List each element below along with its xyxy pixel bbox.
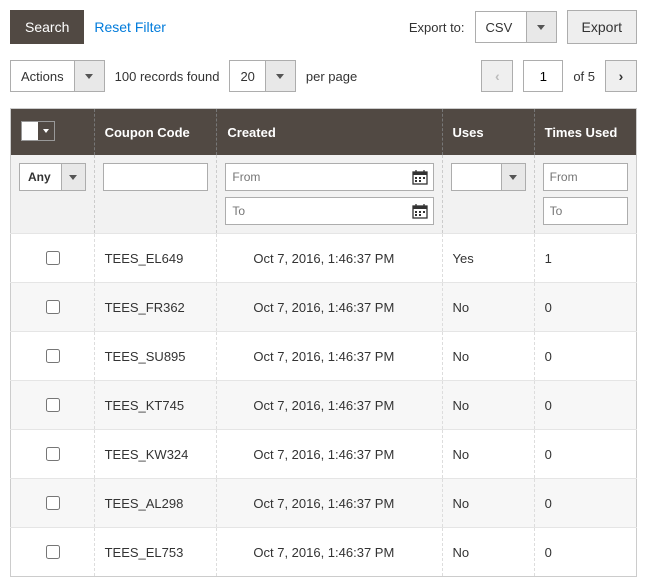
actions-select[interactable]: Actions: [10, 60, 105, 92]
cell-times-used: 0: [534, 332, 636, 381]
calendar-icon[interactable]: [407, 169, 433, 185]
filter-any-select[interactable]: Any: [19, 163, 86, 191]
cell-coupon-code: TEES_KW324: [94, 430, 217, 479]
table-row: TEES_FR362Oct 7, 2016, 1:46:37 PMNo0: [11, 283, 637, 332]
cell-uses: Yes: [442, 234, 534, 283]
filter-uses-cell: [442, 155, 534, 234]
row-checkbox[interactable]: [46, 398, 60, 412]
chevron-down-icon: [61, 164, 85, 190]
cell-coupon-code: TEES_EL649: [94, 234, 217, 283]
per-page-label: per page: [306, 69, 357, 84]
filter-times-cell: [534, 155, 636, 234]
export-format-value: CSV: [476, 12, 526, 42]
per-page-select[interactable]: 20: [229, 60, 295, 92]
row-checkbox[interactable]: [46, 496, 60, 510]
cell-created: Oct 7, 2016, 1:46:37 PM: [217, 528, 442, 577]
filter-created-from-input[interactable]: [226, 164, 406, 190]
export-button[interactable]: Export: [567, 10, 637, 44]
table-row: TEES_KW324Oct 7, 2016, 1:46:37 PMNo0: [11, 430, 637, 479]
row-checkbox[interactable]: [46, 251, 60, 265]
chevron-down-icon: [526, 12, 556, 42]
per-page-value: 20: [230, 61, 264, 91]
chevron-down-icon: [38, 122, 54, 140]
page-of-label: of 5: [573, 69, 595, 84]
filter-coupon-input[interactable]: [103, 163, 209, 191]
cell-uses: No: [442, 283, 534, 332]
cell-coupon-code: TEES_FR362: [94, 283, 217, 332]
row-checkbox[interactable]: [46, 545, 60, 559]
filter-times-from-input[interactable]: [543, 163, 628, 191]
cell-times-used: 0: [534, 283, 636, 332]
cell-times-used: 0: [534, 479, 636, 528]
row-checkbox[interactable]: [46, 349, 60, 363]
header-uses[interactable]: Uses: [442, 109, 534, 156]
coupon-grid: Coupon Code Created Uses Times Used Any: [10, 108, 637, 577]
filter-created-to-input[interactable]: [226, 198, 406, 224]
table-row: TEES_EL649Oct 7, 2016, 1:46:37 PMYes1: [11, 234, 637, 283]
records-found-label: 100 records found: [115, 69, 220, 84]
cell-times-used: 1: [534, 234, 636, 283]
chevron-down-icon: [501, 164, 525, 190]
export-to-label: Export to:: [409, 20, 465, 35]
chevron-down-icon: [74, 61, 104, 91]
filter-coupon-cell: [94, 155, 217, 234]
cell-uses: No: [442, 479, 534, 528]
chevron-right-icon: ›: [619, 68, 624, 84]
calendar-icon[interactable]: [407, 203, 433, 219]
cell-times-used: 0: [534, 430, 636, 479]
cell-uses: No: [442, 430, 534, 479]
page-number-input[interactable]: [523, 60, 563, 92]
filter-any-value: Any: [20, 164, 61, 190]
cell-uses: No: [442, 381, 534, 430]
cell-coupon-code: TEES_EL753: [94, 528, 217, 577]
table-row: TEES_AL298Oct 7, 2016, 1:46:37 PMNo0: [11, 479, 637, 528]
filter-uses-select[interactable]: [451, 163, 526, 191]
header-coupon-code[interactable]: Coupon Code: [94, 109, 217, 156]
reset-filter-link[interactable]: Reset Filter: [94, 19, 166, 35]
checkbox-icon: [22, 122, 38, 140]
cell-coupon-code: TEES_AL298: [94, 479, 217, 528]
table-row: TEES_EL753Oct 7, 2016, 1:46:37 PMNo0: [11, 528, 637, 577]
table-row: TEES_KT745Oct 7, 2016, 1:46:37 PMNo0: [11, 381, 637, 430]
export-format-select[interactable]: CSV: [475, 11, 557, 43]
header-select-all[interactable]: [11, 109, 95, 156]
next-page-button[interactable]: ›: [605, 60, 637, 92]
filter-uses-value: [452, 164, 501, 190]
grid-toolbar: Actions 100 records found 20 per page ‹ …: [10, 60, 637, 92]
filter-created-to[interactable]: [225, 197, 433, 225]
cell-uses: No: [442, 528, 534, 577]
cell-created: Oct 7, 2016, 1:46:37 PM: [217, 234, 442, 283]
prev-page-button[interactable]: ‹: [481, 60, 513, 92]
cell-times-used: 0: [534, 381, 636, 430]
actions-label: Actions: [11, 61, 74, 91]
cell-created: Oct 7, 2016, 1:46:37 PM: [217, 381, 442, 430]
filter-select-cell: Any: [11, 155, 95, 234]
filter-created-cell: [217, 155, 442, 234]
row-checkbox[interactable]: [46, 447, 60, 461]
chevron-left-icon: ‹: [495, 68, 500, 84]
cell-uses: No: [442, 332, 534, 381]
cell-created: Oct 7, 2016, 1:46:37 PM: [217, 283, 442, 332]
cell-times-used: 0: [534, 528, 636, 577]
cell-created: Oct 7, 2016, 1:46:37 PM: [217, 332, 442, 381]
top-toolbar: Search Reset Filter Export to: CSV Expor…: [10, 10, 637, 44]
chevron-down-icon: [265, 61, 295, 91]
cell-created: Oct 7, 2016, 1:46:37 PM: [217, 479, 442, 528]
table-row: TEES_SU895Oct 7, 2016, 1:46:37 PMNo0: [11, 332, 637, 381]
cell-coupon-code: TEES_SU895: [94, 332, 217, 381]
header-times-used[interactable]: Times Used: [534, 109, 636, 156]
filter-created-from[interactable]: [225, 163, 433, 191]
row-checkbox[interactable]: [46, 300, 60, 314]
cell-coupon-code: TEES_KT745: [94, 381, 217, 430]
header-created[interactable]: Created: [217, 109, 442, 156]
cell-created: Oct 7, 2016, 1:46:37 PM: [217, 430, 442, 479]
search-button[interactable]: Search: [10, 10, 84, 44]
filter-times-to-input[interactable]: [543, 197, 628, 225]
